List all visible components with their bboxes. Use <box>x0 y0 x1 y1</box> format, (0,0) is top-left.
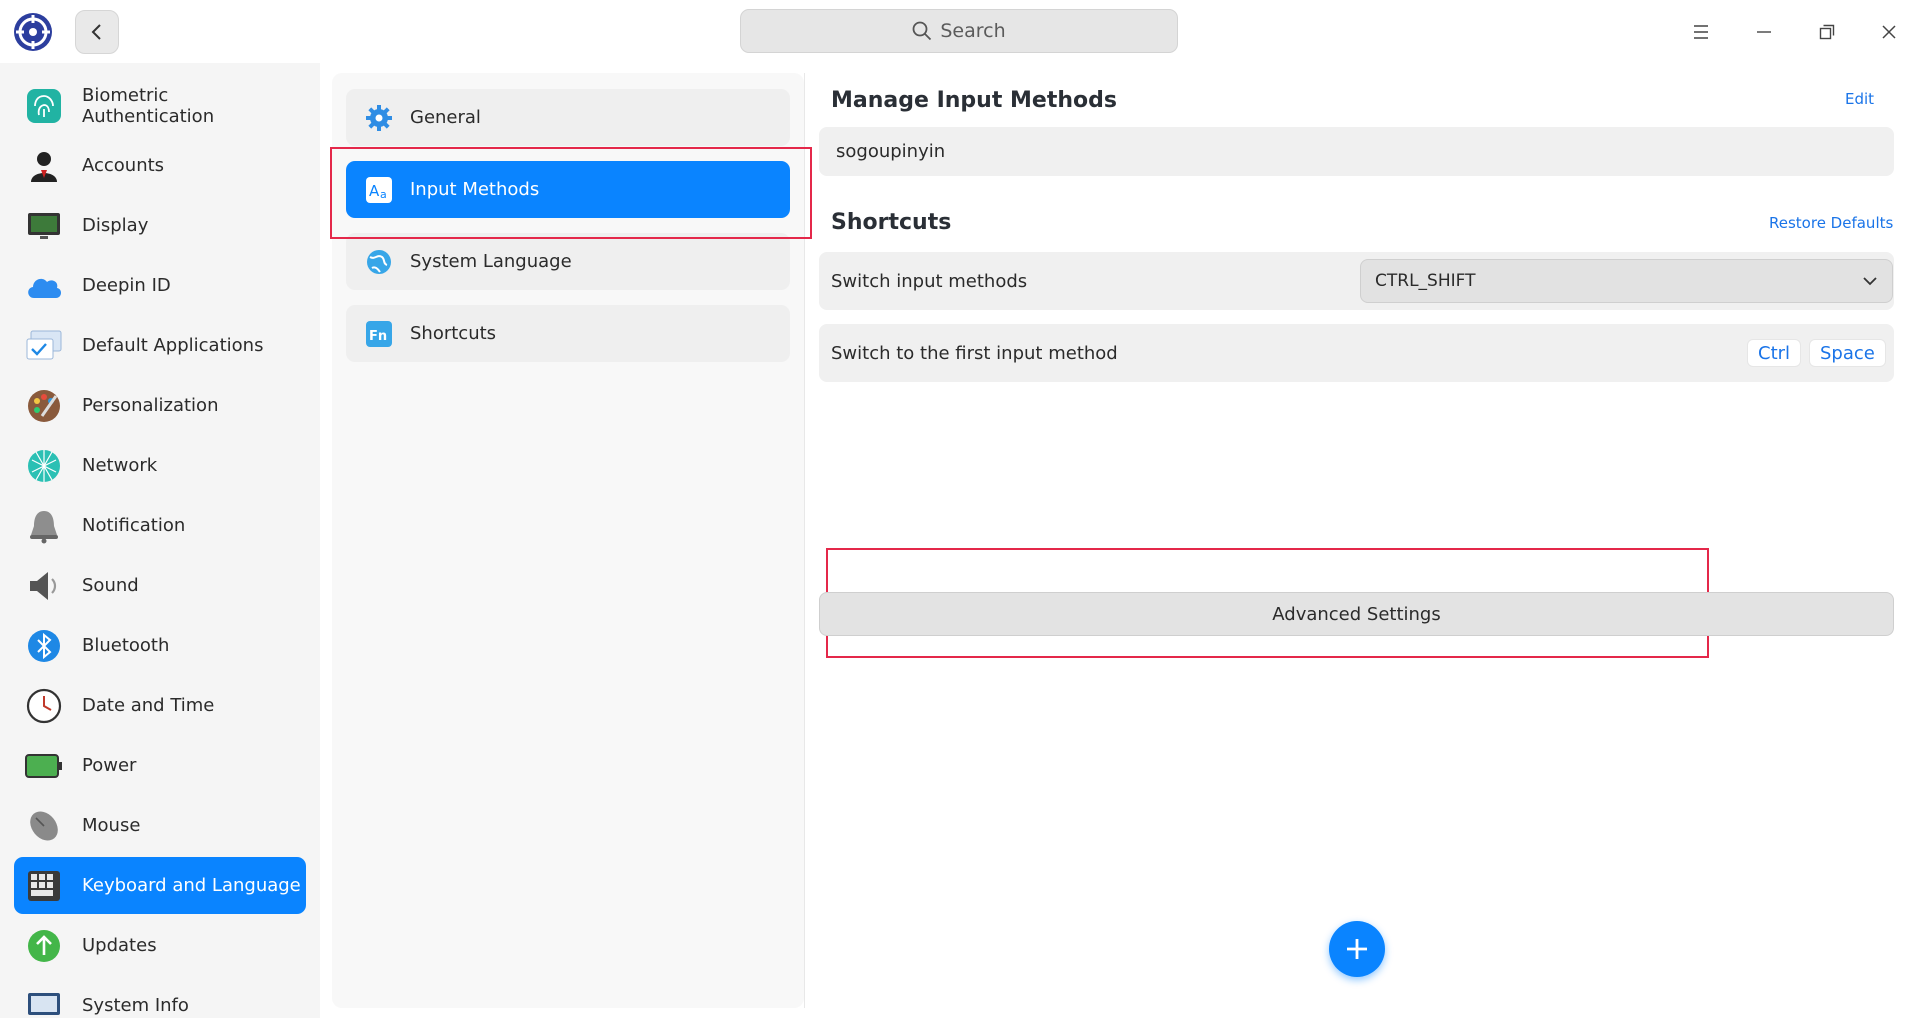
sidebar-item-label: Network <box>82 455 158 476</box>
maximize-button[interactable] <box>1807 12 1847 52</box>
tab-label: System Language <box>410 251 572 272</box>
column-divider <box>804 73 805 1008</box>
advanced-settings-button[interactable]: Advanced Settings <box>819 592 1894 636</box>
sidebar-item-label: Bluetooth <box>82 635 170 656</box>
chevron-down-icon <box>1863 277 1877 286</box>
sidebar-item-display[interactable]: Display <box>14 197 306 254</box>
sidebar-item-biometric-authentication[interactable]: Biometric Authentication <box>14 77 306 134</box>
tab-label: General <box>410 107 481 128</box>
sidebar-item-label: Default Applications <box>82 335 264 356</box>
sidebar-item-label: Notification <box>82 515 186 536</box>
switch-input-methods-label: Switch input methods <box>831 270 1028 292</box>
clock-icon <box>24 686 64 726</box>
manage-input-methods-title: Manage Input Methods <box>831 88 1117 113</box>
minimize-icon <box>1757 31 1771 33</box>
restore-window-icon <box>1819 24 1835 40</box>
sidebar-item-personalization[interactable]: Personalization <box>14 377 306 434</box>
sidebar-item-label: Biometric Authentication <box>81 84 215 127</box>
svg-text:Fn: Fn <box>369 329 387 344</box>
svg-text:A: A <box>369 182 380 200</box>
select-value: CTRL_SHIFT <box>1375 271 1476 291</box>
sidebar-item-power[interactable]: Power <box>14 737 306 794</box>
sidebar-item-deepin-id[interactable]: Deepin ID <box>14 257 306 314</box>
sidebar-item-label: Power <box>82 755 137 776</box>
globe-icon <box>364 247 394 277</box>
system-info-icon <box>24 986 64 1018</box>
bell-icon <box>24 506 64 546</box>
sidebar-item-label: System Info <box>82 995 189 1016</box>
search-placeholder: Search <box>940 20 1006 42</box>
sidebar-item-label: Date and Time <box>82 695 215 716</box>
close-button[interactable] <box>1869 12 1909 52</box>
sidebar-item-label: Accounts <box>82 155 165 176</box>
sidebar-item-label: Keyboard and Language <box>82 875 301 896</box>
sidebar-item-date-and-time[interactable]: Date and Time <box>14 677 306 734</box>
mouse-icon <box>24 806 64 846</box>
gear-icon <box>364 103 394 133</box>
search-input[interactable]: Search <box>740 9 1178 53</box>
subcategory-panel: General Aa Input Methods System Language… <box>332 73 804 1008</box>
fn-key-icon: Fn <box>364 319 394 349</box>
sidebar-item-sound[interactable]: Sound <box>14 557 306 614</box>
edit-button[interactable]: Edit <box>1845 90 1874 108</box>
tab-system-language[interactable]: System Language <box>346 233 790 290</box>
network-icon <box>24 446 64 486</box>
cloud-icon <box>24 266 64 306</box>
default-apps-icon <box>24 326 64 366</box>
sidebar-item-label: Deepin ID <box>82 275 171 296</box>
shortcuts-title: Shortcuts <box>831 210 952 235</box>
plus-icon <box>1347 939 1367 959</box>
sidebar-item-label: Display <box>82 215 149 236</box>
switch-first-input-method-row: Switch to the first input method <box>819 324 1894 382</box>
title-bar: Search <box>0 0 1920 63</box>
sidebar-item-label: Sound <box>82 575 139 596</box>
sidebar-item-keyboard-and-language[interactable]: Keyboard and Language <box>14 857 306 914</box>
sidebar-item-system-info[interactable]: System Info <box>14 977 306 1018</box>
input-method-icon: Aa <box>364 175 394 205</box>
sidebar-item-label: Updates <box>82 935 157 956</box>
input-method-item[interactable]: sogoupinyin <box>819 127 1894 176</box>
fingerprint-icon <box>24 86 64 126</box>
search-icon <box>912 21 932 41</box>
sidebar-item-default-applications[interactable]: Default Applications <box>14 317 306 374</box>
advanced-settings-label: Advanced Settings <box>1272 603 1441 625</box>
svg-text:a: a <box>380 188 387 201</box>
speaker-icon <box>24 566 64 606</box>
accounts-icon <box>24 146 64 186</box>
battery-icon <box>24 746 64 786</box>
palette-icon <box>24 386 64 426</box>
back-button[interactable] <box>75 10 119 54</box>
input-method-name: sogoupinyin <box>836 141 946 162</box>
tab-label: Shortcuts <box>410 323 497 344</box>
sidebar-item-accounts[interactable]: Accounts <box>14 137 306 194</box>
tab-general[interactable]: General <box>346 89 790 146</box>
app-logo-icon <box>12 11 54 53</box>
sidebar-item-label: Personalization <box>82 395 219 416</box>
sidebar-item-network[interactable]: Network <box>14 437 306 494</box>
ctrl-key[interactable]: Ctrl <box>1747 339 1802 367</box>
sidebar-item-notification[interactable]: Notification <box>14 497 306 554</box>
update-icon <box>24 926 64 966</box>
menu-button[interactable] <box>1681 12 1721 52</box>
tab-label: Input Methods <box>410 179 540 200</box>
sidebar-item-updates[interactable]: Updates <box>14 917 306 974</box>
close-icon <box>1882 25 1896 39</box>
sidebar-item-bluetooth[interactable]: Bluetooth <box>14 617 306 674</box>
add-input-method-button[interactable] <box>1329 921 1385 977</box>
sidebar: Biometric Authentication Accounts Displa… <box>0 63 320 1018</box>
menu-icon <box>1694 25 1708 39</box>
keyboard-icon <box>24 866 64 906</box>
display-icon <box>24 206 64 246</box>
sidebar-item-label: Mouse <box>82 815 141 836</box>
space-key[interactable]: Space <box>1809 339 1886 367</box>
tab-input-methods[interactable]: Aa Input Methods <box>346 161 790 218</box>
switch-input-methods-select[interactable]: CTRL_SHIFT <box>1360 259 1893 303</box>
minimize-button[interactable] <box>1744 12 1784 52</box>
switch-first-input-method-label: Switch to the first input method <box>831 342 1118 364</box>
sidebar-item-mouse[interactable]: Mouse <box>14 797 306 854</box>
bluetooth-icon <box>24 626 64 666</box>
tab-shortcuts[interactable]: Fn Shortcuts <box>346 305 790 362</box>
restore-defaults-button[interactable]: Restore Defaults <box>1769 214 1893 232</box>
